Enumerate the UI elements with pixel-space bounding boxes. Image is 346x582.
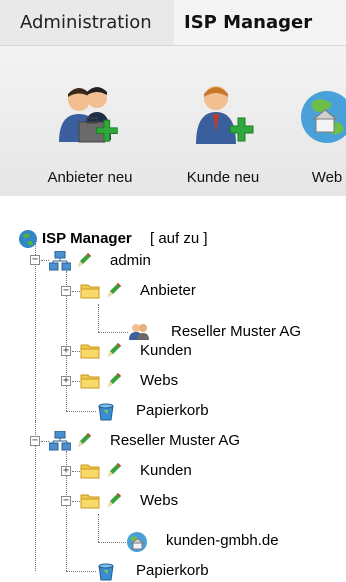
- edit-pencil-icon[interactable]: [76, 431, 92, 449]
- tree-line: [98, 332, 128, 333]
- tree-line: [98, 304, 99, 332]
- expand-toggle[interactable]: +: [61, 346, 71, 356]
- network-users-icon: [49, 251, 71, 271]
- user-add-icon: [196, 86, 254, 144]
- tree-line: [66, 571, 96, 572]
- tree-line: [41, 260, 49, 261]
- expand-toggle[interactable]: +: [61, 376, 71, 386]
- edit-pencil-icon[interactable]: [106, 341, 122, 359]
- toolbar: Anbieter neu Kunde neu Web: [0, 45, 346, 196]
- collapse-toggle[interactable]: −: [30, 255, 40, 265]
- expand-toggle[interactable]: +: [61, 466, 71, 476]
- users-add-icon: [59, 87, 118, 143]
- tree-line: [72, 351, 80, 352]
- tree-line: [72, 291, 80, 292]
- tree-item-papierkorb[interactable]: Papierkorb: [136, 561, 209, 581]
- web-globe-icon: [127, 532, 147, 552]
- kunde-neu-button[interactable]: Kunde neu: [174, 56, 272, 191]
- tree-line: [72, 501, 80, 502]
- edit-pencil-icon[interactable]: [106, 461, 122, 479]
- folder-icon: [80, 284, 100, 299]
- tree-line: [98, 514, 99, 542]
- tree-item-reseller-muster-ag[interactable]: Reseller Muster AG: [110, 431, 240, 451]
- web-globe-icon: [301, 91, 346, 143]
- tree-root-label: ISP Manager: [42, 230, 132, 247]
- tab-isp-manager[interactable]: ISP Manager: [174, 0, 346, 45]
- tree-item-domain[interactable]: kunden-gmbh.de: [166, 531, 279, 551]
- isp-tree: ISP Manager [ auf zu ] − admin − Anbiete…: [0, 196, 346, 582]
- trash-icon: [98, 563, 114, 581]
- web-button[interactable]: Web: [282, 56, 346, 191]
- folder-icon: [80, 464, 100, 479]
- collapse-toggle[interactable]: −: [30, 436, 40, 446]
- collapse-toggle[interactable]: −: [61, 286, 71, 296]
- tab-bar: Administration ISP Manager: [0, 0, 346, 45]
- tree-line: [35, 241, 36, 421]
- folder-icon: [80, 344, 100, 359]
- tree-line: [72, 471, 80, 472]
- tree-item-webs[interactable]: Webs: [140, 371, 178, 391]
- tree-item-reseller-muster-ag-child[interactable]: Reseller Muster AG: [171, 322, 301, 342]
- collapse-toggle[interactable]: −: [61, 496, 71, 506]
- tree-expand-collapse-links[interactable]: [ auf zu ]: [150, 229, 208, 249]
- folder-icon: [80, 494, 100, 509]
- web-label: Web: [311, 169, 343, 186]
- reseller-users-icon: [129, 324, 149, 340]
- tree-item-webs[interactable]: Webs: [140, 491, 178, 511]
- tree-item-papierkorb[interactable]: Papierkorb: [136, 401, 209, 421]
- network-users-icon: [49, 431, 71, 451]
- edit-pencil-icon[interactable]: [106, 491, 122, 509]
- tree-item-admin[interactable]: admin: [110, 251, 151, 271]
- edit-pencil-icon[interactable]: [106, 371, 122, 389]
- edit-pencil-icon[interactable]: [106, 281, 122, 299]
- tree-item-anbieter[interactable]: Anbieter: [140, 281, 196, 301]
- anbieter-neu-label: Anbieter neu: [47, 169, 133, 186]
- tree-line: [72, 381, 80, 382]
- tree-line: [66, 411, 96, 412]
- tree-line: [41, 441, 49, 442]
- kunde-neu-label: Kunde neu: [186, 169, 260, 186]
- globe-icon: [19, 230, 37, 248]
- edit-pencil-icon[interactable]: [76, 251, 92, 269]
- tree-item-kunden[interactable]: Kunden: [140, 461, 192, 481]
- anbieter-neu-button[interactable]: Anbieter neu: [33, 56, 147, 191]
- trash-icon: [98, 403, 114, 421]
- tree-item-kunden[interactable]: Kunden: [140, 341, 192, 361]
- folder-icon: [80, 374, 100, 389]
- tree-line: [98, 542, 126, 543]
- tab-administration[interactable]: Administration: [12, 0, 183, 45]
